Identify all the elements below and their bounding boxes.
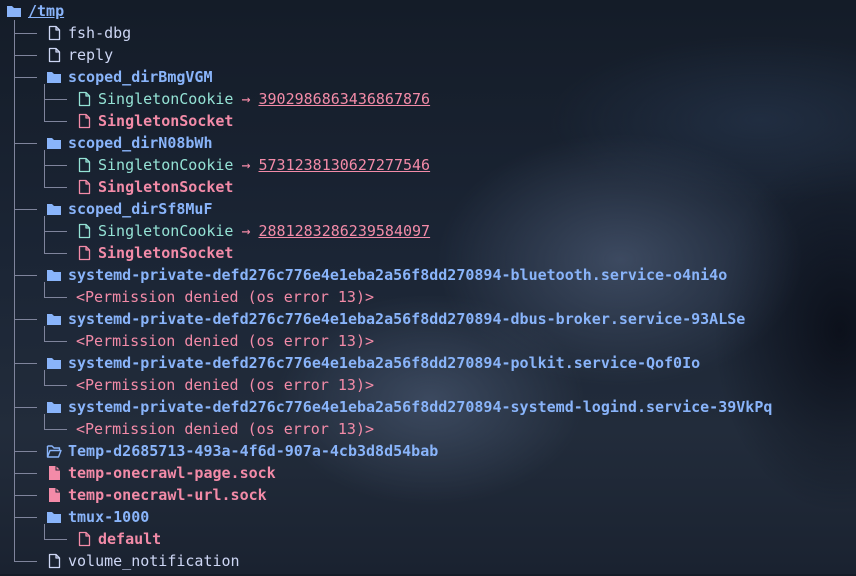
file-icon — [76, 244, 92, 262]
tree-child-line — [44, 326, 45, 341]
tree-child-line — [44, 414, 45, 429]
tree-branch-line — [14, 22, 37, 34]
tree-branch-line — [44, 286, 67, 298]
entry-name: tmux-1000 — [68, 508, 150, 526]
tree-branch-line — [44, 330, 67, 342]
tree-branch-line — [14, 198, 37, 210]
folder-icon — [46, 200, 62, 218]
tree-branch-line — [44, 154, 67, 166]
entry-name: systemd-private-defd276c776e4e1eba2a56f8… — [68, 310, 746, 328]
tree-branch-line — [44, 242, 67, 254]
tree-branch-line — [44, 110, 67, 122]
entry-name: volume_notification — [68, 552, 240, 570]
entry-name: SingletonCookie — [98, 90, 234, 108]
tree-branch-line — [14, 352, 37, 364]
folder-icon — [46, 134, 62, 152]
folder-icon — [46, 266, 62, 284]
file-icon — [76, 530, 92, 548]
entry-name: temp-onecrawl-page.sock — [68, 464, 276, 482]
tree-branch-line — [14, 44, 37, 56]
tree-branch-line — [44, 374, 67, 386]
tree-child-line — [44, 216, 45, 253]
entry-name: SingletonCookie — [98, 156, 234, 174]
entry-name: scoped_dirSf8MuF — [68, 200, 213, 218]
tree-trunk-line — [14, 20, 15, 561]
entry-name: temp-onecrawl-url.sock — [68, 486, 267, 504]
tree-child-line — [44, 150, 45, 187]
entry-name: systemd-private-defd276c776e4e1eba2a56f8… — [68, 266, 728, 284]
tree-branch-line — [14, 66, 37, 78]
tree-branch-line — [44, 176, 67, 188]
error-message: <Permission denied (os error 13)> — [76, 376, 375, 394]
tree-branch-line — [14, 550, 37, 562]
tree-branch-line — [44, 528, 67, 540]
tree-branch-line — [14, 506, 37, 518]
file-filled-icon — [46, 486, 62, 504]
symlink-arrow: → — [241, 90, 251, 108]
file-icon — [46, 552, 62, 570]
tree-child-line — [44, 84, 45, 121]
tree-branch-line — [44, 88, 67, 100]
symlink-arrow: → — [241, 222, 251, 240]
tree-branch-line — [14, 396, 37, 408]
tree-branch-line — [44, 418, 67, 430]
tree-branch-line — [14, 264, 37, 276]
tree-branch-line — [14, 132, 37, 144]
error-message: <Permission denied (os error 13)> — [76, 332, 375, 350]
symlink-arrow: → — [241, 156, 251, 174]
entry-name: scoped_dirBmgVGM — [68, 68, 213, 86]
root-path-label: /tmp — [28, 2, 65, 20]
entry-name: reply — [68, 46, 114, 64]
terminal-window[interactable]: /tmp fsh-dbg reply scoped_dirBmgVGM Singleto… — [0, 0, 856, 574]
error-message: <Permission denied (os error 13)> — [76, 420, 375, 438]
file-icon — [76, 90, 92, 108]
error-message: <Permission denied (os error 13)> — [76, 288, 375, 306]
file-filled-icon — [46, 464, 62, 482]
tree-branch-line — [14, 308, 37, 320]
symlink-target-link[interactable]: 2881283286239584097 — [259, 220, 431, 242]
entry-name: systemd-private-defd276c776e4e1eba2a56f8… — [68, 354, 701, 372]
symlink-target-link[interactable]: 5731238130627277546 — [259, 154, 431, 176]
folder-icon — [46, 398, 62, 416]
file-icon — [76, 222, 92, 240]
file-icon — [76, 178, 92, 196]
folder-icon — [46, 508, 62, 526]
entry-name: SingletonSocket — [98, 178, 234, 196]
entry-name: SingletonCookie — [98, 222, 234, 240]
symlink-target-link[interactable]: 3902986863436867876 — [259, 88, 431, 110]
tree-child-line — [44, 524, 45, 539]
file-icon — [76, 112, 92, 130]
tree-branch-line — [44, 220, 67, 232]
file-icon — [76, 156, 92, 174]
folder-icon — [46, 354, 62, 372]
entry-name: SingletonSocket — [98, 244, 234, 262]
entry-name: default — [98, 530, 162, 548]
entry-name: fsh-dbg — [68, 24, 132, 42]
folder-icon — [6, 2, 22, 20]
entry-name: systemd-private-defd276c776e4e1eba2a56f8… — [68, 398, 773, 416]
tree-branch-line — [14, 484, 37, 496]
tree-branch-line — [14, 440, 37, 452]
file-icon — [46, 46, 62, 64]
entry-name: SingletonSocket — [98, 112, 234, 130]
folder-icon — [46, 310, 62, 328]
entry-name: Temp-d2685713-493a-4f6d-907a-4cb3d8d54ba… — [68, 442, 439, 460]
entry-name: scoped_dirN08bWh — [68, 134, 213, 152]
folder-icon — [46, 68, 62, 86]
tree-branch-line — [14, 462, 37, 474]
file-icon — [46, 24, 62, 42]
tree-child-line — [44, 282, 45, 297]
tree-child-line — [44, 370, 45, 385]
folder-open-icon — [46, 442, 62, 460]
